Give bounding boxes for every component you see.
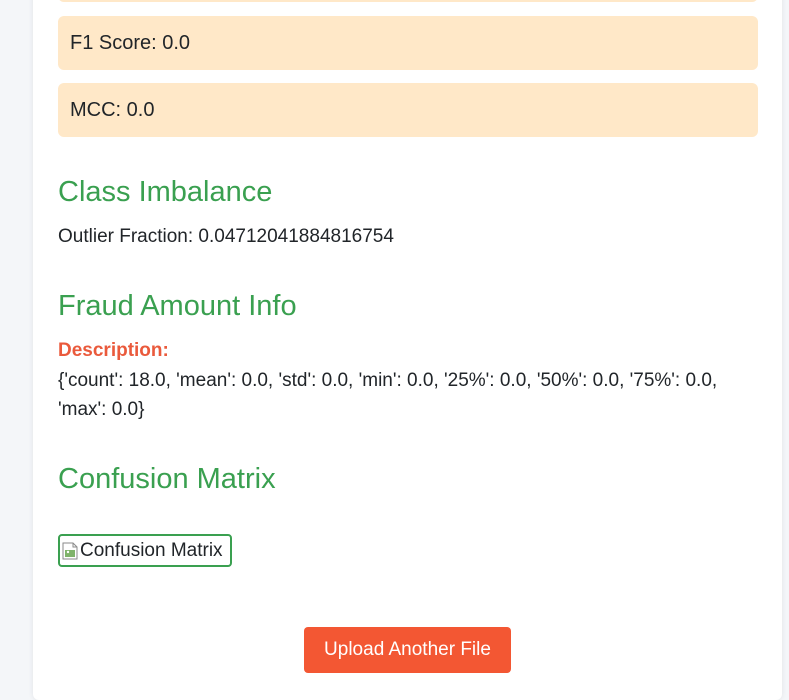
f1-score-box: F1 Score: 0.0 (58, 16, 758, 70)
mcc-box: MCC: 0.0 (58, 83, 758, 137)
mcc-text: MCC: 0.0 (70, 98, 155, 121)
outlier-fraction-text: Outlier Fraction: 0.04712041884816754 (58, 226, 394, 247)
description-label: Description: (58, 340, 169, 361)
metric-box-partial (58, 0, 758, 2)
confusion-matrix-image: Confusion Matrix (58, 534, 232, 567)
fraud-amount-heading: Fraud Amount Info (58, 290, 297, 322)
class-imbalance-heading: Class Imbalance (58, 176, 273, 208)
confusion-matrix-alt-text: Confusion Matrix (80, 539, 223, 561)
confusion-matrix-heading: Confusion Matrix (58, 463, 276, 495)
f1-score-text: F1 Score: 0.0 (70, 31, 191, 54)
description-value: {'count': 18.0, 'mean': 0.0, 'std': 0.0,… (58, 370, 718, 420)
upload-another-file-button[interactable]: Upload Another File (304, 627, 511, 673)
broken-image-icon (62, 542, 78, 560)
